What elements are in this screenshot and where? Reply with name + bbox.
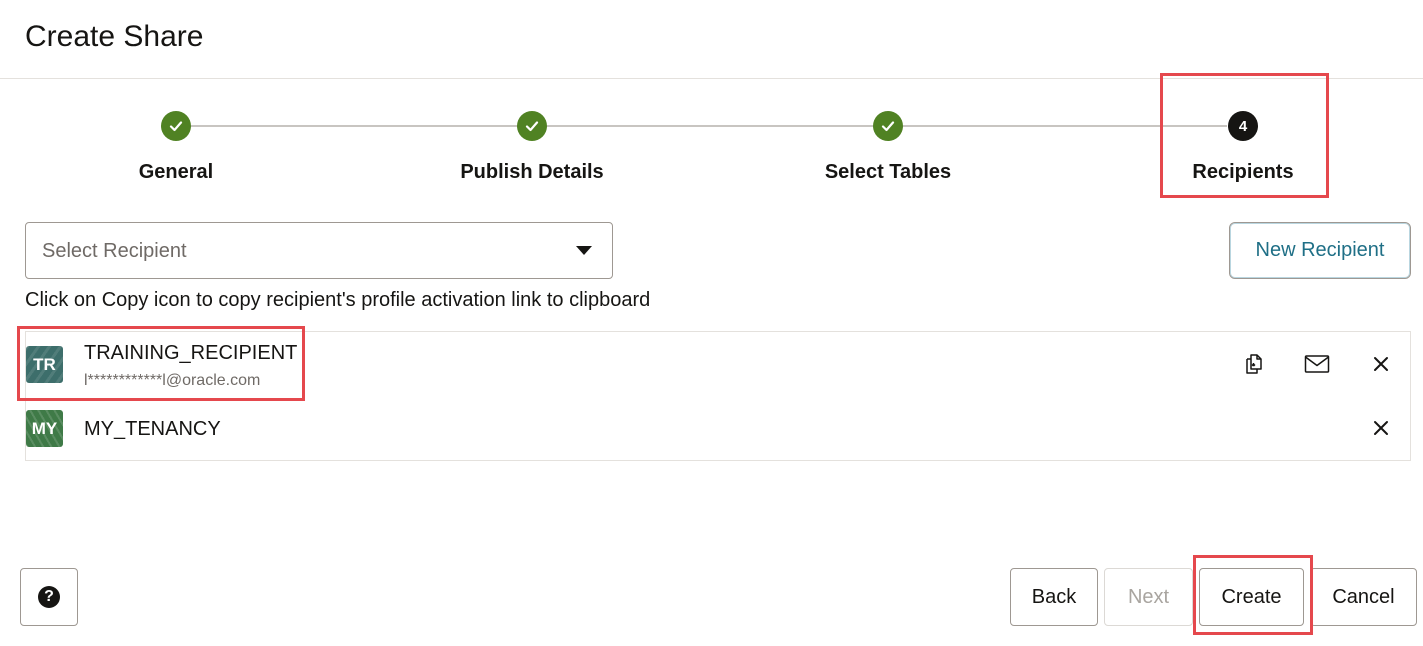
next-button: Next	[1104, 568, 1193, 626]
step-connector	[547, 125, 873, 127]
caret-down-icon[interactable]	[576, 246, 592, 255]
copy-icon[interactable]	[1239, 349, 1269, 379]
recipient-list: TR TRAINING_RECIPIENT l************l@ora…	[25, 331, 1411, 461]
recipient-name: MY_TENANCY	[84, 418, 221, 440]
step-label-select-tables[interactable]: Select Tables	[758, 161, 1018, 184]
cancel-button[interactable]: Cancel	[1310, 568, 1417, 626]
avatar: TR	[26, 346, 63, 383]
help-button[interactable]: ?	[20, 568, 78, 626]
step-connector	[903, 125, 1227, 127]
new-recipient-button[interactable]: New Recipient	[1229, 222, 1411, 279]
step-connector	[191, 125, 517, 127]
step-publish-details-check-icon[interactable]	[517, 111, 547, 141]
step-recipients-number[interactable]: 4	[1228, 111, 1258, 141]
header-divider	[0, 78, 1423, 79]
help-icon: ?	[38, 586, 60, 608]
remove-recipient-close-icon[interactable]	[1366, 349, 1396, 379]
step-select-tables-check-icon[interactable]	[873, 111, 903, 141]
list-item[interactable]: TR TRAINING_RECIPIENT l************l@ora…	[26, 332, 1410, 396]
step-label-publish-details[interactable]: Publish Details	[402, 161, 662, 184]
recipient-select[interactable]: Select Recipient	[25, 222, 613, 279]
back-button[interactable]: Back	[1010, 568, 1098, 626]
copy-hint-text: Click on Copy icon to copy recipient's p…	[25, 289, 651, 311]
step-label-general[interactable]: General	[46, 161, 306, 184]
email-icon[interactable]	[1302, 349, 1332, 379]
dialog-title: Create Share	[25, 20, 204, 53]
list-item[interactable]: MY MY_TENANCY	[26, 396, 1410, 460]
remove-recipient-close-icon[interactable]	[1366, 413, 1396, 443]
create-button[interactable]: Create	[1199, 568, 1304, 626]
recipient-select-placeholder: Select Recipient	[42, 240, 187, 262]
step-general-check-icon[interactable]	[161, 111, 191, 141]
avatar: MY	[26, 410, 63, 447]
step-label-recipients[interactable]: Recipients	[1113, 161, 1373, 184]
recipient-name: TRAINING_RECIPIENT	[84, 342, 298, 364]
recipient-email: l************l@oracle.com	[84, 372, 261, 389]
